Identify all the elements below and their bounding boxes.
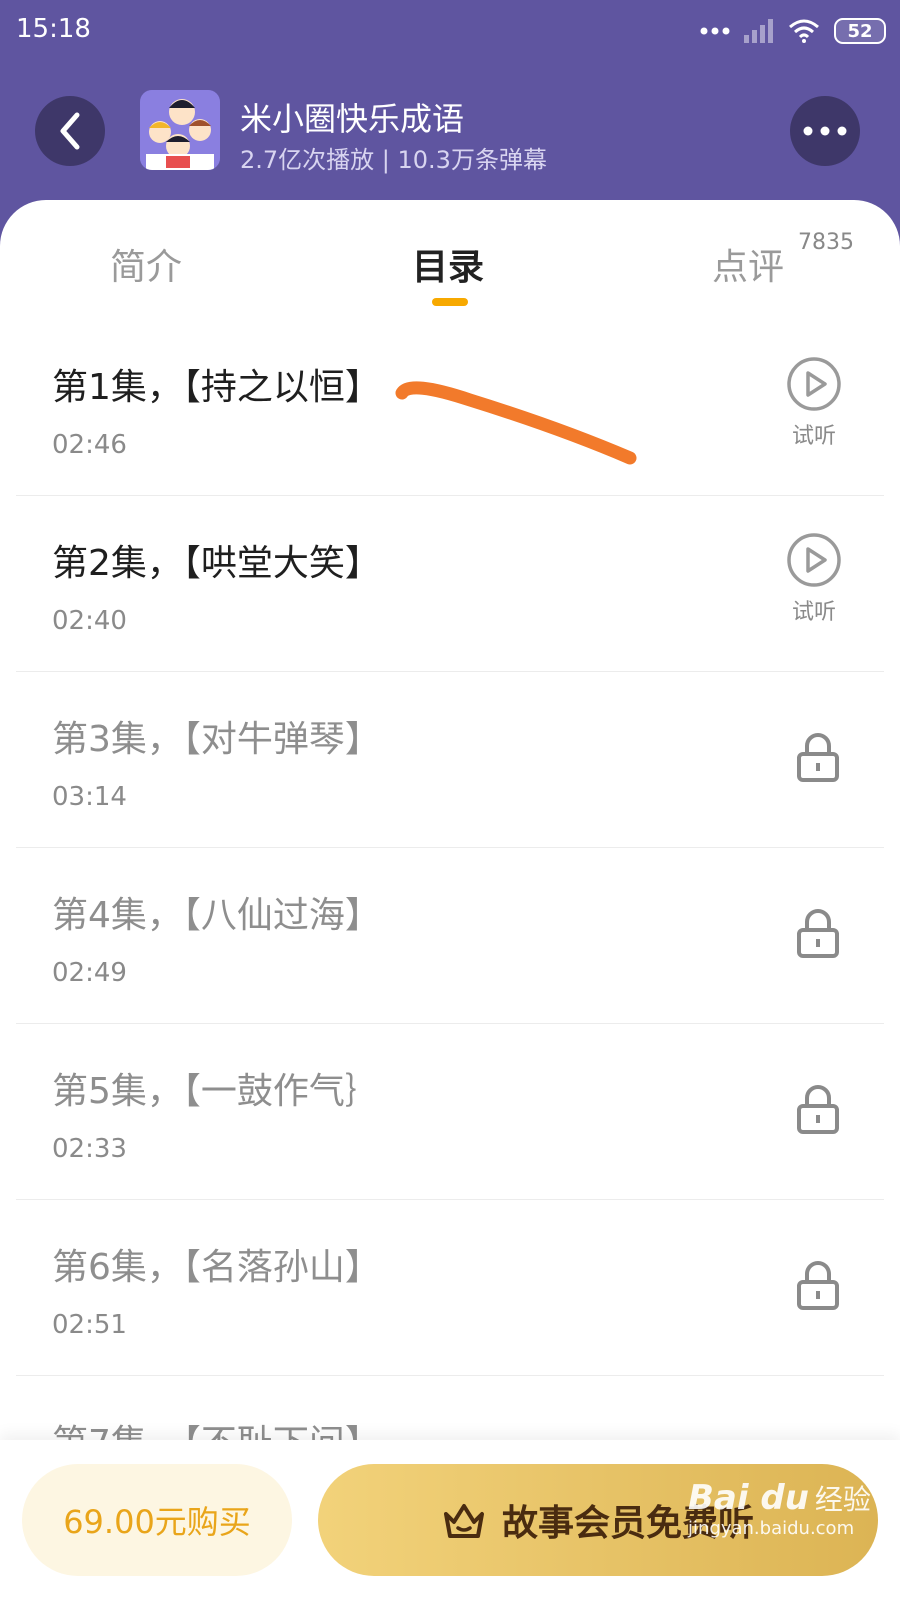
crown-basket-icon (443, 1504, 484, 1538)
buy-button[interactable]: 69.00元购买 (22, 1464, 292, 1576)
watermark-url: jingyan.baidu.com (688, 1518, 855, 1539)
episode-row[interactable]: 第1集，【持之以恒】 02:46 试听 (16, 320, 884, 496)
episode-duration: 02:49 (52, 958, 127, 988)
episode-title: 第3集，【对牛弹琴】 (52, 719, 381, 760)
back-button[interactable] (35, 96, 105, 166)
wifi-icon (789, 19, 819, 43)
album-stats: 2.7亿次播放 | 10.3万条弹幕 (240, 146, 547, 174)
tab-intro[interactable]: 简介 (110, 238, 182, 290)
watermark-logo: Bai du (688, 1478, 809, 1518)
status-time: 15:18 (16, 14, 91, 44)
preview-button[interactable]: 试听 (784, 532, 844, 626)
battery-level: 52 (847, 20, 873, 42)
active-tab-indicator (432, 298, 468, 306)
cartoon-cover-image (140, 90, 220, 170)
episode-title: 第2集，【哄堂大笑】 (52, 543, 381, 584)
watermark-text: 经验 (814, 1483, 871, 1516)
tab-catalog[interactable]: 目录 (412, 238, 484, 290)
album-title: 米小圈快乐成语 (240, 100, 465, 138)
more-dots-icon (700, 27, 730, 35)
play-circle-icon (787, 357, 841, 411)
preview-label: 试听 (791, 600, 836, 625)
lock-icon (796, 732, 840, 786)
lock-icon (796, 1260, 840, 1314)
tab-review[interactable]: 点评 (712, 238, 784, 290)
episode-row[interactable]: 第5集，【一鼓作气｝ 02:33 (16, 1024, 884, 1200)
episode-title: 第4集，【八仙过海】 (52, 895, 381, 936)
play-circle-icon (787, 533, 841, 587)
review-count-badge: 7835 (798, 230, 854, 255)
episode-duration: 02:51 (52, 1310, 127, 1340)
baidu-watermark: Bai du 经验 jingyan.baidu.com (688, 1478, 871, 1539)
album-cover (140, 90, 220, 170)
more-options-button[interactable] (790, 96, 860, 166)
episode-list: 第1集，【持之以恒】 02:46 试听 第2集，【哄堂大笑】 02:40 试听 … (16, 320, 884, 1552)
episode-row[interactable]: 第2集，【哄堂大笑】 02:40 试听 (16, 496, 884, 672)
ellipsis-icon (803, 126, 847, 136)
preview-button[interactable]: 试听 (784, 356, 844, 450)
episode-title: 第5集，【一鼓作气｝ (52, 1071, 381, 1112)
episode-duration: 03:14 (52, 782, 127, 812)
episode-row[interactable]: 第3集，【对牛弹琴】 03:14 (16, 672, 884, 848)
episode-row[interactable]: 第6集，【名落孙山】 02:51 (16, 1200, 884, 1376)
episode-title: 第6集，【名落孙山】 (52, 1247, 381, 1288)
chevron-left-icon (60, 112, 80, 150)
episode-duration: 02:46 (52, 430, 127, 460)
episode-title: 第1集，【持之以恒】 (52, 367, 381, 408)
status-bar: 15:18 52 (0, 0, 900, 64)
preview-label: 试听 (791, 424, 836, 449)
lock-icon (796, 1084, 840, 1138)
lock-icon (796, 908, 840, 962)
signal-icon (744, 19, 773, 43)
status-icons: 52 (700, 14, 886, 48)
episode-duration: 02:33 (52, 1134, 127, 1164)
episode-duration: 02:40 (52, 606, 127, 636)
battery-icon: 52 (834, 18, 886, 44)
episode-row[interactable]: 第4集，【八仙过海】 02:49 (16, 848, 884, 1024)
